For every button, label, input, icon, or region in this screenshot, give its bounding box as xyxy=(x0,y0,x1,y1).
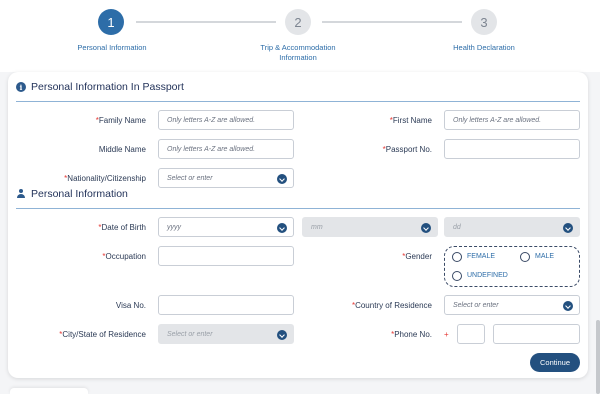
passport-section-title-text: Personal Information In Passport xyxy=(31,81,184,93)
passport-no-input[interactable] xyxy=(444,139,580,159)
step-2-circle[interactable]: 2 xyxy=(285,9,311,35)
country-residence-label-text: Country of Residence xyxy=(355,301,432,310)
country-residence-select[interactable]: Select or enter xyxy=(444,295,580,315)
phone-no-label-text: Phone No. xyxy=(394,330,432,339)
gender-radio-group xyxy=(444,246,580,287)
step-2-number: 2 xyxy=(294,14,302,30)
gender-label-text: Gender xyxy=(405,252,432,261)
step-1-circle[interactable]: 1 xyxy=(98,9,124,35)
progress-stepper: 1 2 3 Personal Information Trip & Accomm… xyxy=(0,0,600,72)
occupation-input[interactable] xyxy=(158,246,294,266)
middle-name-label: Middle Name xyxy=(98,145,146,154)
chevron-down-icon[interactable] xyxy=(563,301,573,311)
family-name-label-text: Family Name xyxy=(98,116,146,125)
country-residence-label: *Country of Residence xyxy=(352,301,432,310)
passport-section-title: i Personal Information In Passport xyxy=(16,81,184,93)
step-1-number: 1 xyxy=(107,14,115,30)
personal-section-title-text: Personal Information xyxy=(31,188,128,200)
phone-number-input[interactable] xyxy=(493,324,580,344)
nationality-select[interactable]: Select or enter xyxy=(158,168,294,188)
arrival-form-page: 1 2 3 Personal Information Trip & Accomm… xyxy=(0,0,600,394)
continue-button[interactable]: Continue xyxy=(530,353,580,372)
dob-year-text: yyyy xyxy=(167,223,181,231)
passport-no-label: *Passport No. xyxy=(383,145,432,154)
nationality-label: *Nationality/Citizenship xyxy=(64,174,146,183)
first-name-label-text: First Name xyxy=(392,116,432,125)
city-residence-select[interactable]: Select or enter xyxy=(158,324,294,344)
gender-female-label[interactable]: FEMALE xyxy=(467,253,495,260)
personal-section-divider xyxy=(16,208,580,209)
gender-undefined-radio[interactable] xyxy=(452,271,462,281)
city-residence-label-text: City/State of Residence xyxy=(62,330,146,339)
personal-section-title: Personal Information xyxy=(16,188,128,200)
first-name-label: *First Name xyxy=(390,116,432,125)
chevron-down-icon[interactable] xyxy=(421,223,431,233)
gender-undefined-label[interactable]: UNDEFINED xyxy=(467,272,508,279)
city-residence-label: *City/State of Residence xyxy=(59,330,146,339)
passport-no-label-text: Passport No. xyxy=(385,145,432,154)
dob-year-select[interactable]: yyyy xyxy=(158,217,294,237)
country-residence-select-text: Select or enter xyxy=(453,301,499,309)
step-1-label: Personal Information xyxy=(77,43,147,52)
gender-male-label[interactable]: MALE xyxy=(535,253,554,260)
step-3-label: Health Declaration xyxy=(453,43,515,52)
family-name-input[interactable]: Only letters A-Z are allowed. xyxy=(158,110,294,130)
step-connector-1 xyxy=(136,21,276,23)
visa-no-label: Visa No. xyxy=(115,301,146,310)
dob-month-select[interactable]: mm xyxy=(302,217,438,237)
gender-label: *Gender xyxy=(402,252,432,261)
dob-label: *Date of Birth xyxy=(98,223,146,232)
dob-day-select[interactable]: dd xyxy=(444,217,580,237)
first-name-input[interactable]: Only letters A-Z are allowed. xyxy=(444,110,580,130)
chevron-down-icon[interactable] xyxy=(563,223,573,233)
dob-label-text: Date of Birth xyxy=(101,223,146,232)
phone-no-label: *Phone No. xyxy=(391,330,432,339)
step-2-label: Trip & Accommodation Information xyxy=(260,43,336,62)
dob-day-text: dd xyxy=(453,223,461,231)
occupation-label-text: Occupation xyxy=(105,252,146,261)
dob-month-text: mm xyxy=(311,223,323,231)
info-icon: i xyxy=(16,82,26,92)
middle-name-input[interactable]: Only letters A-Z are allowed. xyxy=(158,139,294,159)
family-name-label: *Family Name xyxy=(96,116,146,125)
chevron-down-icon[interactable] xyxy=(277,330,287,340)
city-residence-select-text: Select or enter xyxy=(167,330,213,338)
gender-male-radio[interactable] xyxy=(520,252,530,262)
phone-country-code-input[interactable] xyxy=(457,324,485,344)
chevron-down-icon[interactable] xyxy=(277,174,287,184)
step-connector-2 xyxy=(322,21,462,23)
step-3-circle[interactable]: 3 xyxy=(471,9,497,35)
phone-prefix-plus: + xyxy=(444,330,449,339)
bottom-panel-tab xyxy=(10,388,88,394)
nationality-label-text: Nationality/Citizenship xyxy=(67,174,146,183)
gender-female-radio[interactable] xyxy=(452,252,462,262)
visa-no-input[interactable] xyxy=(158,295,294,315)
passport-section-divider xyxy=(16,101,580,102)
user-icon xyxy=(16,189,26,199)
step-3-number: 3 xyxy=(480,14,488,30)
chevron-down-icon[interactable] xyxy=(277,223,287,233)
nationality-select-text: Select or enter xyxy=(167,174,213,182)
page-scrollbar[interactable] xyxy=(596,320,600,394)
occupation-label: *Occupation xyxy=(102,252,146,261)
